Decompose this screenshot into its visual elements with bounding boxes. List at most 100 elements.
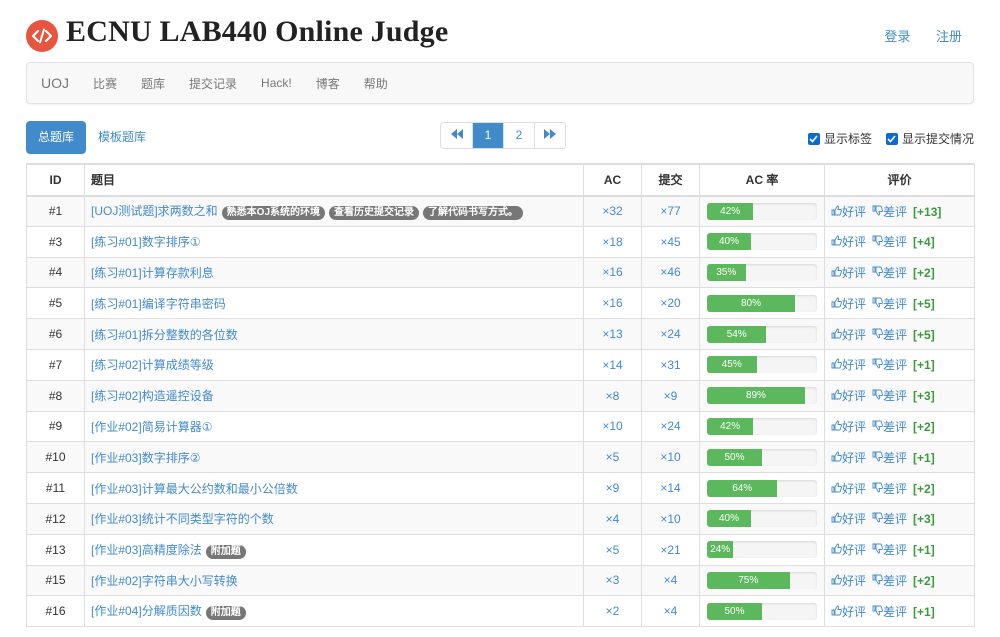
like-button[interactable]: 好评 — [831, 605, 866, 619]
problem-title-link[interactable]: [UOJ测试题]求两数之和 — [91, 204, 218, 218]
problem-tag[interactable]: 附加题 — [205, 544, 246, 559]
dislike-button[interactable]: 差评 — [872, 328, 907, 342]
table-row[interactable]: #11 [作业#03]计算最大公约数和最小公倍数 ×9 ×14 64% 好评 差评 [+2] — [26, 472, 975, 504]
submit-count[interactable]: ×77 — [641, 195, 700, 227]
table-row[interactable]: #4 [练习#01]计算存款利息 ×16 ×46 35% 好评 差评 [+2] — [26, 256, 975, 289]
show-submissions-checkbox[interactable] — [885, 132, 898, 145]
like-button[interactable]: 好评 — [831, 297, 866, 311]
submit-count[interactable]: ×4 — [641, 595, 700, 628]
ac-count[interactable]: ×10 — [583, 410, 642, 443]
tab-all-problems[interactable]: 总题库 — [26, 121, 87, 154]
ac-count[interactable]: ×8 — [583, 379, 642, 412]
ac-count[interactable]: ×3 — [583, 564, 642, 597]
nav-item-submissions[interactable]: 提交记录 — [189, 75, 237, 92]
problem-title-link[interactable]: [练习#01]计算存款利息 — [91, 266, 214, 280]
like-button[interactable]: 好评 — [831, 543, 866, 557]
problem-title-link[interactable]: [练习#01]数字排序① — [91, 235, 200, 249]
problem-tag[interactable]: 了解代码书写方式。 — [423, 206, 524, 221]
dislike-button[interactable]: 差评 — [872, 512, 907, 526]
problem-title-link[interactable]: [作业#04]分解质因数 — [91, 604, 202, 618]
table-row[interactable]: #12 [作业#03]统计不同类型字符的个数 ×4 ×10 40% 好评 差评 [+3] — [26, 502, 975, 535]
table-row[interactable]: #5 [练习#01]编译字符串密码 ×16 ×20 80% 好评 差评 [+5] — [26, 287, 975, 320]
table-row[interactable]: #3 [练习#01]数字排序① ×18 ×45 40% 好评 差评 [+4] — [26, 225, 975, 258]
show-tags-checkbox[interactable] — [807, 132, 820, 145]
problem-title-link[interactable]: [作业#02]简易计算器① — [91, 420, 212, 434]
submit-count[interactable]: ×24 — [641, 318, 700, 350]
ac-count[interactable]: ×9 — [583, 472, 642, 504]
table-row[interactable]: #16 [作业#04]分解质因数 附加题 ×2 ×4 50% 好评 差评 [+1] — [26, 595, 975, 628]
problem-tag[interactable]: 熟悉本OJ系统的环境 — [221, 206, 326, 221]
dislike-button[interactable]: 差评 — [872, 420, 907, 434]
dislike-button[interactable]: 差评 — [872, 358, 907, 372]
submit-count[interactable]: ×21 — [641, 533, 700, 566]
login-link[interactable]: 登录 — [884, 29, 910, 44]
nav-item-problems[interactable]: 题库 — [141, 75, 165, 92]
like-button[interactable]: 好评 — [831, 420, 866, 434]
like-button[interactable]: 好评 — [831, 574, 866, 588]
tab-template-problems[interactable]: 模板题库 — [86, 121, 158, 154]
table-row[interactable]: #7 [练习#02]计算成绩等级 ×14 ×31 45% 好评 差评 [+1] — [26, 348, 975, 381]
submit-count[interactable]: ×31 — [641, 348, 700, 381]
submit-count[interactable]: ×45 — [641, 225, 700, 258]
submit-count[interactable]: ×9 — [641, 379, 700, 412]
dislike-button[interactable]: 差评 — [872, 205, 907, 219]
like-button[interactable]: 好评 — [831, 512, 866, 526]
like-button[interactable]: 好评 — [831, 389, 866, 403]
table-row[interactable]: #1 [UOJ测试题]求两数之和 熟悉本OJ系统的环境 查看历史提交记录 了解代码书写方… — [26, 195, 975, 227]
table-row[interactable]: #9 [作业#02]简易计算器① ×10 ×24 42% 好评 差评 [+2] — [26, 410, 975, 443]
ac-count[interactable]: ×13 — [583, 318, 642, 350]
site-title[interactable]: ECNU LAB440 Online Judge — [66, 15, 448, 49]
table-row[interactable]: #8 [练习#02]构造遥控设备 ×8 ×9 89% 好评 差评 [+3] — [26, 379, 975, 412]
ac-count[interactable]: ×14 — [583, 348, 642, 381]
problem-title-link[interactable]: [作业#03]高精度除法 — [91, 543, 202, 557]
table-row[interactable]: #15 [作业#02]字符串大小写转换 ×3 ×4 75% 好评 差评 [+2] — [26, 564, 975, 597]
pagination-page-2[interactable]: 2 — [503, 123, 534, 148]
pagination-prev-icon[interactable] — [441, 123, 472, 148]
ac-count[interactable]: ×4 — [583, 502, 642, 535]
like-button[interactable]: 好评 — [831, 482, 866, 496]
ac-count[interactable]: ×32 — [583, 195, 642, 227]
submit-count[interactable]: ×14 — [641, 472, 700, 504]
pagination-next-icon[interactable] — [534, 123, 565, 148]
dislike-button[interactable]: 差评 — [872, 605, 907, 619]
like-button[interactable]: 好评 — [831, 235, 866, 249]
ac-count[interactable]: ×16 — [583, 256, 642, 289]
problem-title-link[interactable]: [作业#03]计算最大公约数和最小公倍数 — [91, 482, 298, 496]
dislike-button[interactable]: 差评 — [872, 482, 907, 496]
like-button[interactable]: 好评 — [831, 328, 866, 342]
table-row[interactable]: #10 [作业#03]数字排序② ×5 ×10 50% 好评 差评 [+1] — [26, 441, 975, 474]
dislike-button[interactable]: 差评 — [872, 543, 907, 557]
submit-count[interactable]: ×24 — [641, 410, 700, 443]
like-button[interactable]: 好评 — [831, 266, 866, 280]
ac-count[interactable]: ×16 — [583, 287, 642, 320]
problem-title-link[interactable]: [练习#02]计算成绩等级 — [91, 358, 214, 372]
code-logo-icon[interactable] — [26, 20, 58, 52]
nav-item-help[interactable]: 帮助 — [364, 75, 388, 92]
dislike-button[interactable]: 差评 — [872, 389, 907, 403]
problem-title-link[interactable]: [作业#03]统计不同类型字符的个数 — [91, 512, 274, 526]
nav-item-contests[interactable]: 比赛 — [93, 75, 117, 92]
table-row[interactable]: #13 [作业#03]高精度除法 附加题 ×5 ×21 24% 好评 差评 [+1] — [26, 533, 975, 566]
dislike-button[interactable]: 差评 — [872, 266, 907, 280]
problem-title-link[interactable]: [练习#01]编译字符串密码 — [91, 297, 226, 311]
ac-count[interactable]: ×5 — [583, 441, 642, 474]
ac-count[interactable]: ×18 — [583, 225, 642, 258]
table-row[interactable]: #6 [练习#01]拆分整数的各位数 ×13 ×24 54% 好评 差评 [+5] — [26, 318, 975, 350]
pagination-page-1[interactable]: 1 — [472, 123, 503, 148]
dislike-button[interactable]: 差评 — [872, 297, 907, 311]
dislike-button[interactable]: 差评 — [872, 574, 907, 588]
ac-count[interactable]: ×2 — [583, 595, 642, 628]
nav-item-blogs[interactable]: 博客 — [316, 75, 340, 92]
register-link[interactable]: 注册 — [936, 29, 962, 44]
dislike-button[interactable]: 差评 — [872, 451, 907, 465]
problem-tag[interactable]: 查看历史提交记录 — [329, 206, 420, 221]
nav-brand[interactable]: UOJ — [41, 75, 69, 91]
submit-count[interactable]: ×10 — [641, 441, 700, 474]
submit-count[interactable]: ×46 — [641, 256, 700, 289]
ac-count[interactable]: ×5 — [583, 533, 642, 566]
problem-tag[interactable]: 附加题 — [205, 606, 246, 621]
submit-count[interactable]: ×20 — [641, 287, 700, 320]
problem-title-link[interactable]: [作业#02]字符串大小写转换 — [91, 574, 238, 588]
submit-count[interactable]: ×10 — [641, 502, 700, 535]
problem-title-link[interactable]: [练习#01]拆分整数的各位数 — [91, 328, 238, 342]
